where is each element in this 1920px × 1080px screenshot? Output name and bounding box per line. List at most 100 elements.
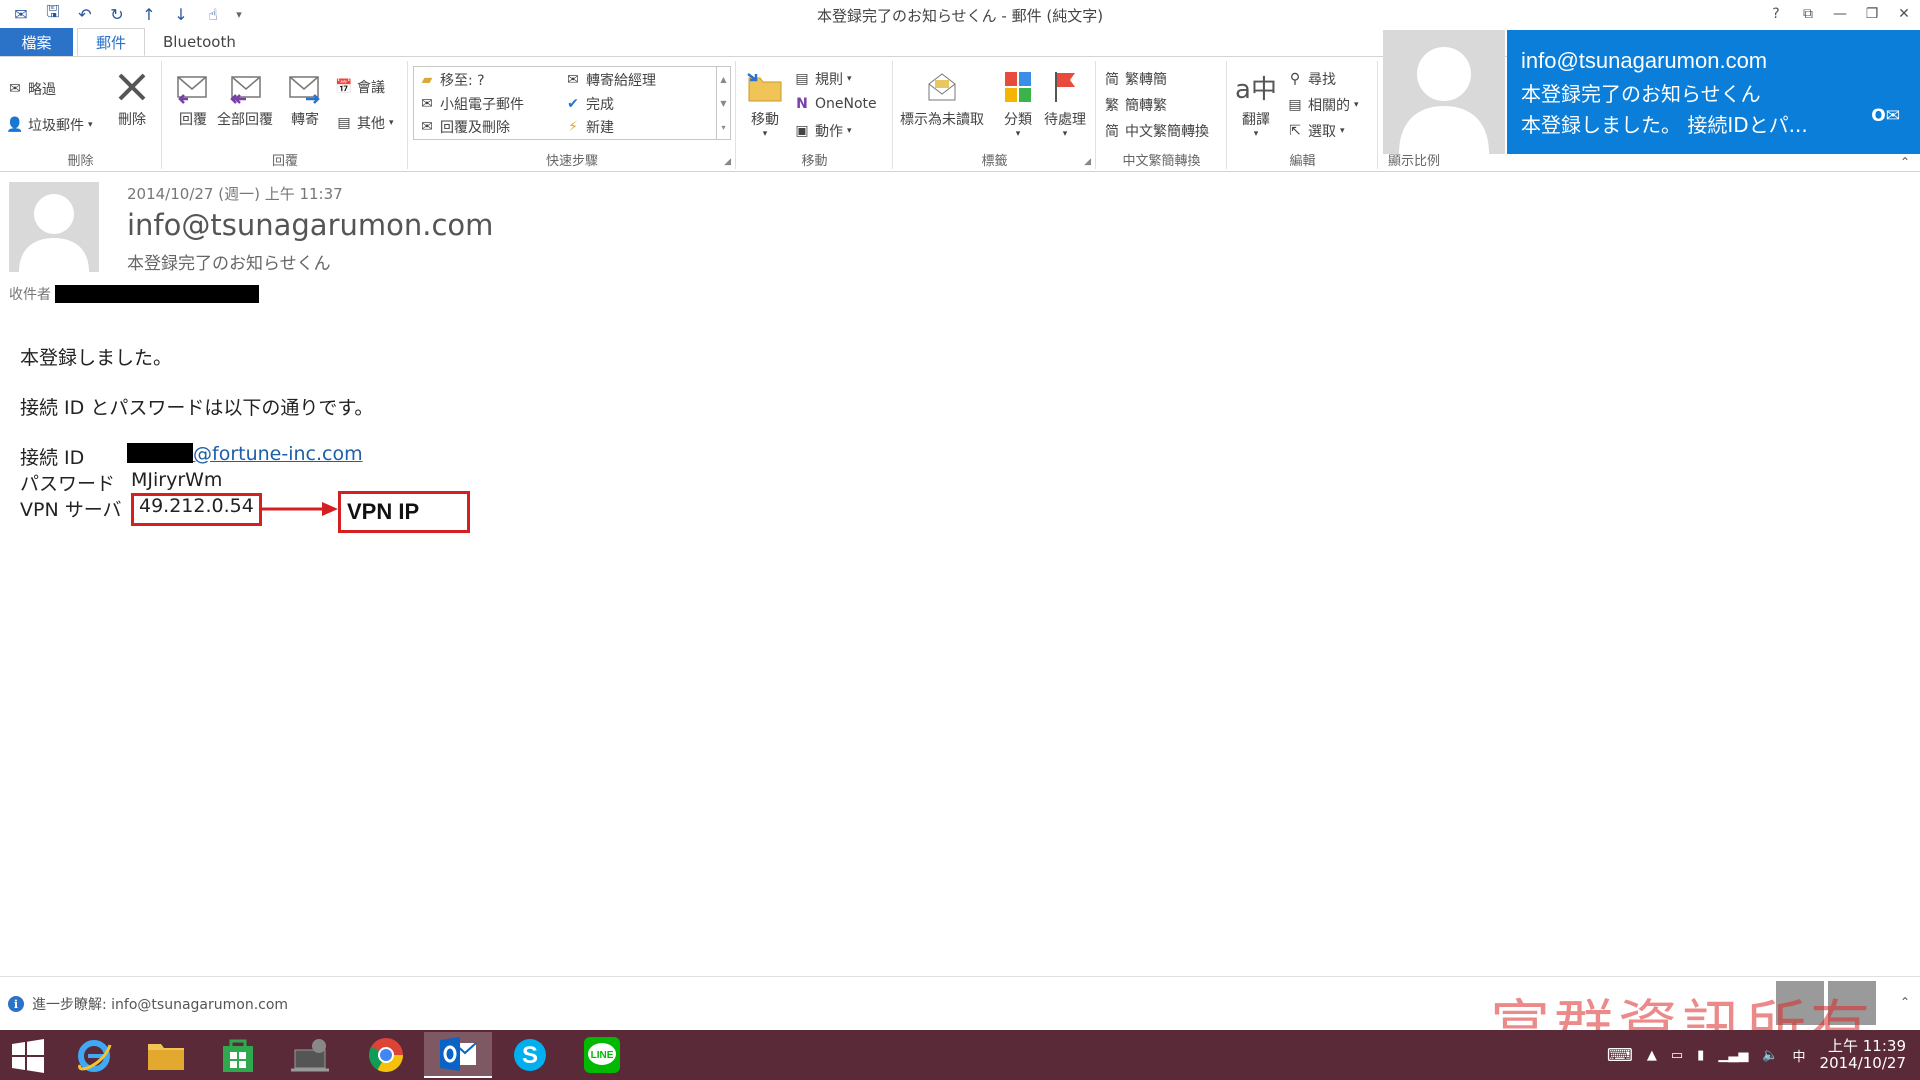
more-respond-button[interactable]: ▤ 其他 ▾: [335, 113, 393, 133]
show-hidden-icons[interactable]: ▲: [1647, 1048, 1657, 1063]
taskbar: S LINE ⌨ ▲ ▭ ▮ ▁▃▅ 🔈 中 上午 11:39 2014/10/…: [0, 1030, 1920, 1080]
connection-id-label: 接続 ID: [20, 447, 85, 469]
ignore-button[interactable]: ✉ 略過: [6, 79, 56, 99]
ignore-icon: ✉: [9, 81, 21, 97]
collapse-ribbon-icon[interactable]: ⌃: [1900, 155, 1910, 169]
windows-start-icon[interactable]: [10, 1038, 46, 1074]
reply-all-icon: [225, 67, 265, 107]
body-line-registered: 本登録しました。: [20, 347, 173, 369]
connection-id-value: @fortune-inc.com: [127, 443, 363, 465]
delete-group: ✉ 略過 👤 垃圾郵件 ▾ 刪除 刪除: [0, 61, 162, 169]
title-bar: ✉ 🖫 ↶ ↻ ↑ ↓ ☝ ▾ 本登録完了のお知らせくん - 郵件 (純文字) …: [0, 0, 1920, 28]
forward-icon: [285, 67, 325, 107]
binoculars-icon: ⚲: [1289, 71, 1301, 87]
notification-avatar: [1383, 30, 1505, 154]
more-icon: ▤: [337, 115, 351, 131]
see-more-about-link[interactable]: 進一步瞭解: info@tsunagarumon.com: [32, 994, 288, 1014]
info-icon: i: [8, 996, 24, 1012]
system-tray: ⌨ ▲ ▭ ▮ ▁▃▅ 🔈 中 上午 11:39 2014/10/27: [1607, 1030, 1920, 1080]
quickstep-new[interactable]: ⚡ 新建: [564, 117, 614, 137]
file-explorer-icon[interactable]: [132, 1032, 200, 1078]
new-mail-notification[interactable]: info@tsunagarumon.com 本登録完了のお知らせくん 本登録しま…: [1507, 30, 1920, 154]
ribbon-tabs: 檔案 郵件 Bluetooth: [0, 28, 1380, 56]
actions-button[interactable]: ▣ 動作 ▾: [793, 121, 851, 141]
store-icon[interactable]: [204, 1032, 272, 1078]
quickstep-move-to[interactable]: ▰ 移至: ?: [418, 70, 485, 90]
delete-button[interactable]: 刪除: [112, 67, 152, 129]
quicksteps-scroll[interactable]: ▲ ▼ ▾: [716, 67, 730, 139]
categorize-icon: [998, 67, 1038, 107]
help-button[interactable]: ?: [1760, 0, 1792, 28]
line-icon[interactable]: LINE: [568, 1032, 636, 1078]
chinese-convert-button[interactable]: 简中文繁簡轉換: [1103, 121, 1209, 141]
remote-desktop-icon[interactable]: [276, 1032, 344, 1078]
clock[interactable]: 上午 11:39 2014/10/27: [1820, 1038, 1906, 1072]
tags-group-label: 標籤: [981, 154, 1008, 169]
battery-icon[interactable]: ▮: [1697, 1048, 1704, 1063]
clock-time: 上午 11:39: [1828, 1037, 1906, 1055]
svg-text:S: S: [522, 1042, 538, 1069]
volume-muted-icon[interactable]: 🔈: [1762, 1048, 1778, 1063]
quickstep-to-manager[interactable]: ✉ 轉寄給經理: [564, 70, 656, 90]
id-domain-link[interactable]: @fortune-inc.com: [193, 443, 363, 465]
rules-button[interactable]: ▤ 規則 ▾: [793, 69, 851, 89]
forward-button[interactable]: 轉寄: [285, 67, 325, 129]
onenote-button[interactable]: N OneNote: [793, 95, 877, 113]
action-center-icon[interactable]: ▭: [1671, 1048, 1683, 1063]
vpn-ip-annotation: VPN IP: [338, 491, 470, 533]
simp-to-trad-button[interactable]: 繁簡轉繁: [1103, 95, 1167, 115]
expand-gallery-icon[interactable]: ▾: [721, 123, 725, 132]
related-button[interactable]: ▤ 相關的 ▾: [1286, 95, 1358, 115]
expand-people-pane-icon[interactable]: ⌃: [1900, 995, 1910, 1009]
tab-file[interactable]: 檔案: [0, 28, 73, 56]
checkmark-icon: ✔: [567, 96, 579, 112]
quickstep-team-email[interactable]: ✉ 小組電子郵件: [418, 94, 524, 114]
reply-button[interactable]: 回覆: [173, 67, 213, 129]
move-button[interactable]: 移動 ▾: [745, 67, 785, 139]
chinese-conversion-group: 简繁轉簡 繁簡轉繁 简中文繁簡轉換 中文繁簡轉換: [1097, 61, 1227, 169]
find-button[interactable]: ⚲ 尋找: [1286, 69, 1336, 89]
network-signal-icon[interactable]: ▁▃▅: [1718, 1048, 1748, 1063]
outlook-taskbar-icon[interactable]: [424, 1032, 492, 1078]
restore-button[interactable]: ❐: [1856, 0, 1888, 28]
notification-sender: info@tsunagarumon.com: [1521, 48, 1768, 73]
quickstep-reply-delete[interactable]: ✉ 回覆及刪除: [418, 117, 510, 137]
select-button[interactable]: ⇱ 選取 ▾: [1286, 121, 1344, 141]
junk-button[interactable]: 👤 垃圾郵件 ▾: [6, 115, 92, 135]
reply-all-button[interactable]: 全部回覆: [217, 67, 273, 129]
annotation-arrow: [262, 502, 338, 516]
touch-keyboard-icon[interactable]: ⌨: [1607, 1045, 1633, 1066]
sender-avatar: [9, 182, 99, 272]
tags-launcher-icon[interactable]: ◢: [1084, 157, 1091, 167]
follow-up-button[interactable]: 待處理 ▾: [1044, 67, 1086, 139]
minimize-button[interactable]: —: [1824, 0, 1856, 28]
window-controls: ? ⧉ — ❐ ✕: [1760, 0, 1920, 28]
categorize-button[interactable]: 分類 ▾: [998, 67, 1038, 139]
quicksteps-launcher-icon[interactable]: ◢: [724, 157, 731, 167]
trad-to-simp-button[interactable]: 简繁轉簡: [1103, 69, 1167, 89]
message-sender[interactable]: info@tsunagarumon.com: [127, 208, 493, 242]
ribbon-display-button[interactable]: ⧉: [1792, 0, 1824, 28]
window-title: 本登録完了のお知らせくん - 郵件 (純文字): [816, 7, 1104, 25]
reply-group-label: 回覆: [271, 154, 298, 169]
move-group-label: 移動: [801, 154, 828, 169]
chrome-icon[interactable]: [352, 1032, 420, 1078]
quicksteps-group-label: 快速步驟: [545, 154, 598, 169]
internet-explorer-icon[interactable]: [60, 1032, 128, 1078]
mark-unread-button[interactable]: 標示為未讀取: [900, 67, 984, 129]
tab-message[interactable]: 郵件: [77, 28, 146, 56]
tab-bluetooth[interactable]: Bluetooth: [145, 28, 254, 56]
skype-icon[interactable]: S: [496, 1032, 564, 1078]
related-icon: ▤: [1288, 97, 1302, 113]
editing-group-label: 編輯: [1289, 154, 1316, 169]
translate-button[interactable]: a中 翻譯 ▾: [1235, 67, 1277, 140]
translate-icon: a中: [1235, 74, 1277, 105]
ime-indicator[interactable]: 中: [1793, 1046, 1806, 1065]
scroll-down-icon[interactable]: ▼: [720, 99, 726, 108]
close-button[interactable]: ✕: [1888, 0, 1920, 28]
actions-icon: ▣: [795, 123, 809, 139]
quickstep-done[interactable]: ✔ 完成: [564, 94, 614, 114]
password-value: MJiryrWm: [131, 469, 223, 491]
scroll-up-icon[interactable]: ▲: [720, 75, 726, 84]
meeting-button[interactable]: 📅 會議: [335, 77, 385, 97]
